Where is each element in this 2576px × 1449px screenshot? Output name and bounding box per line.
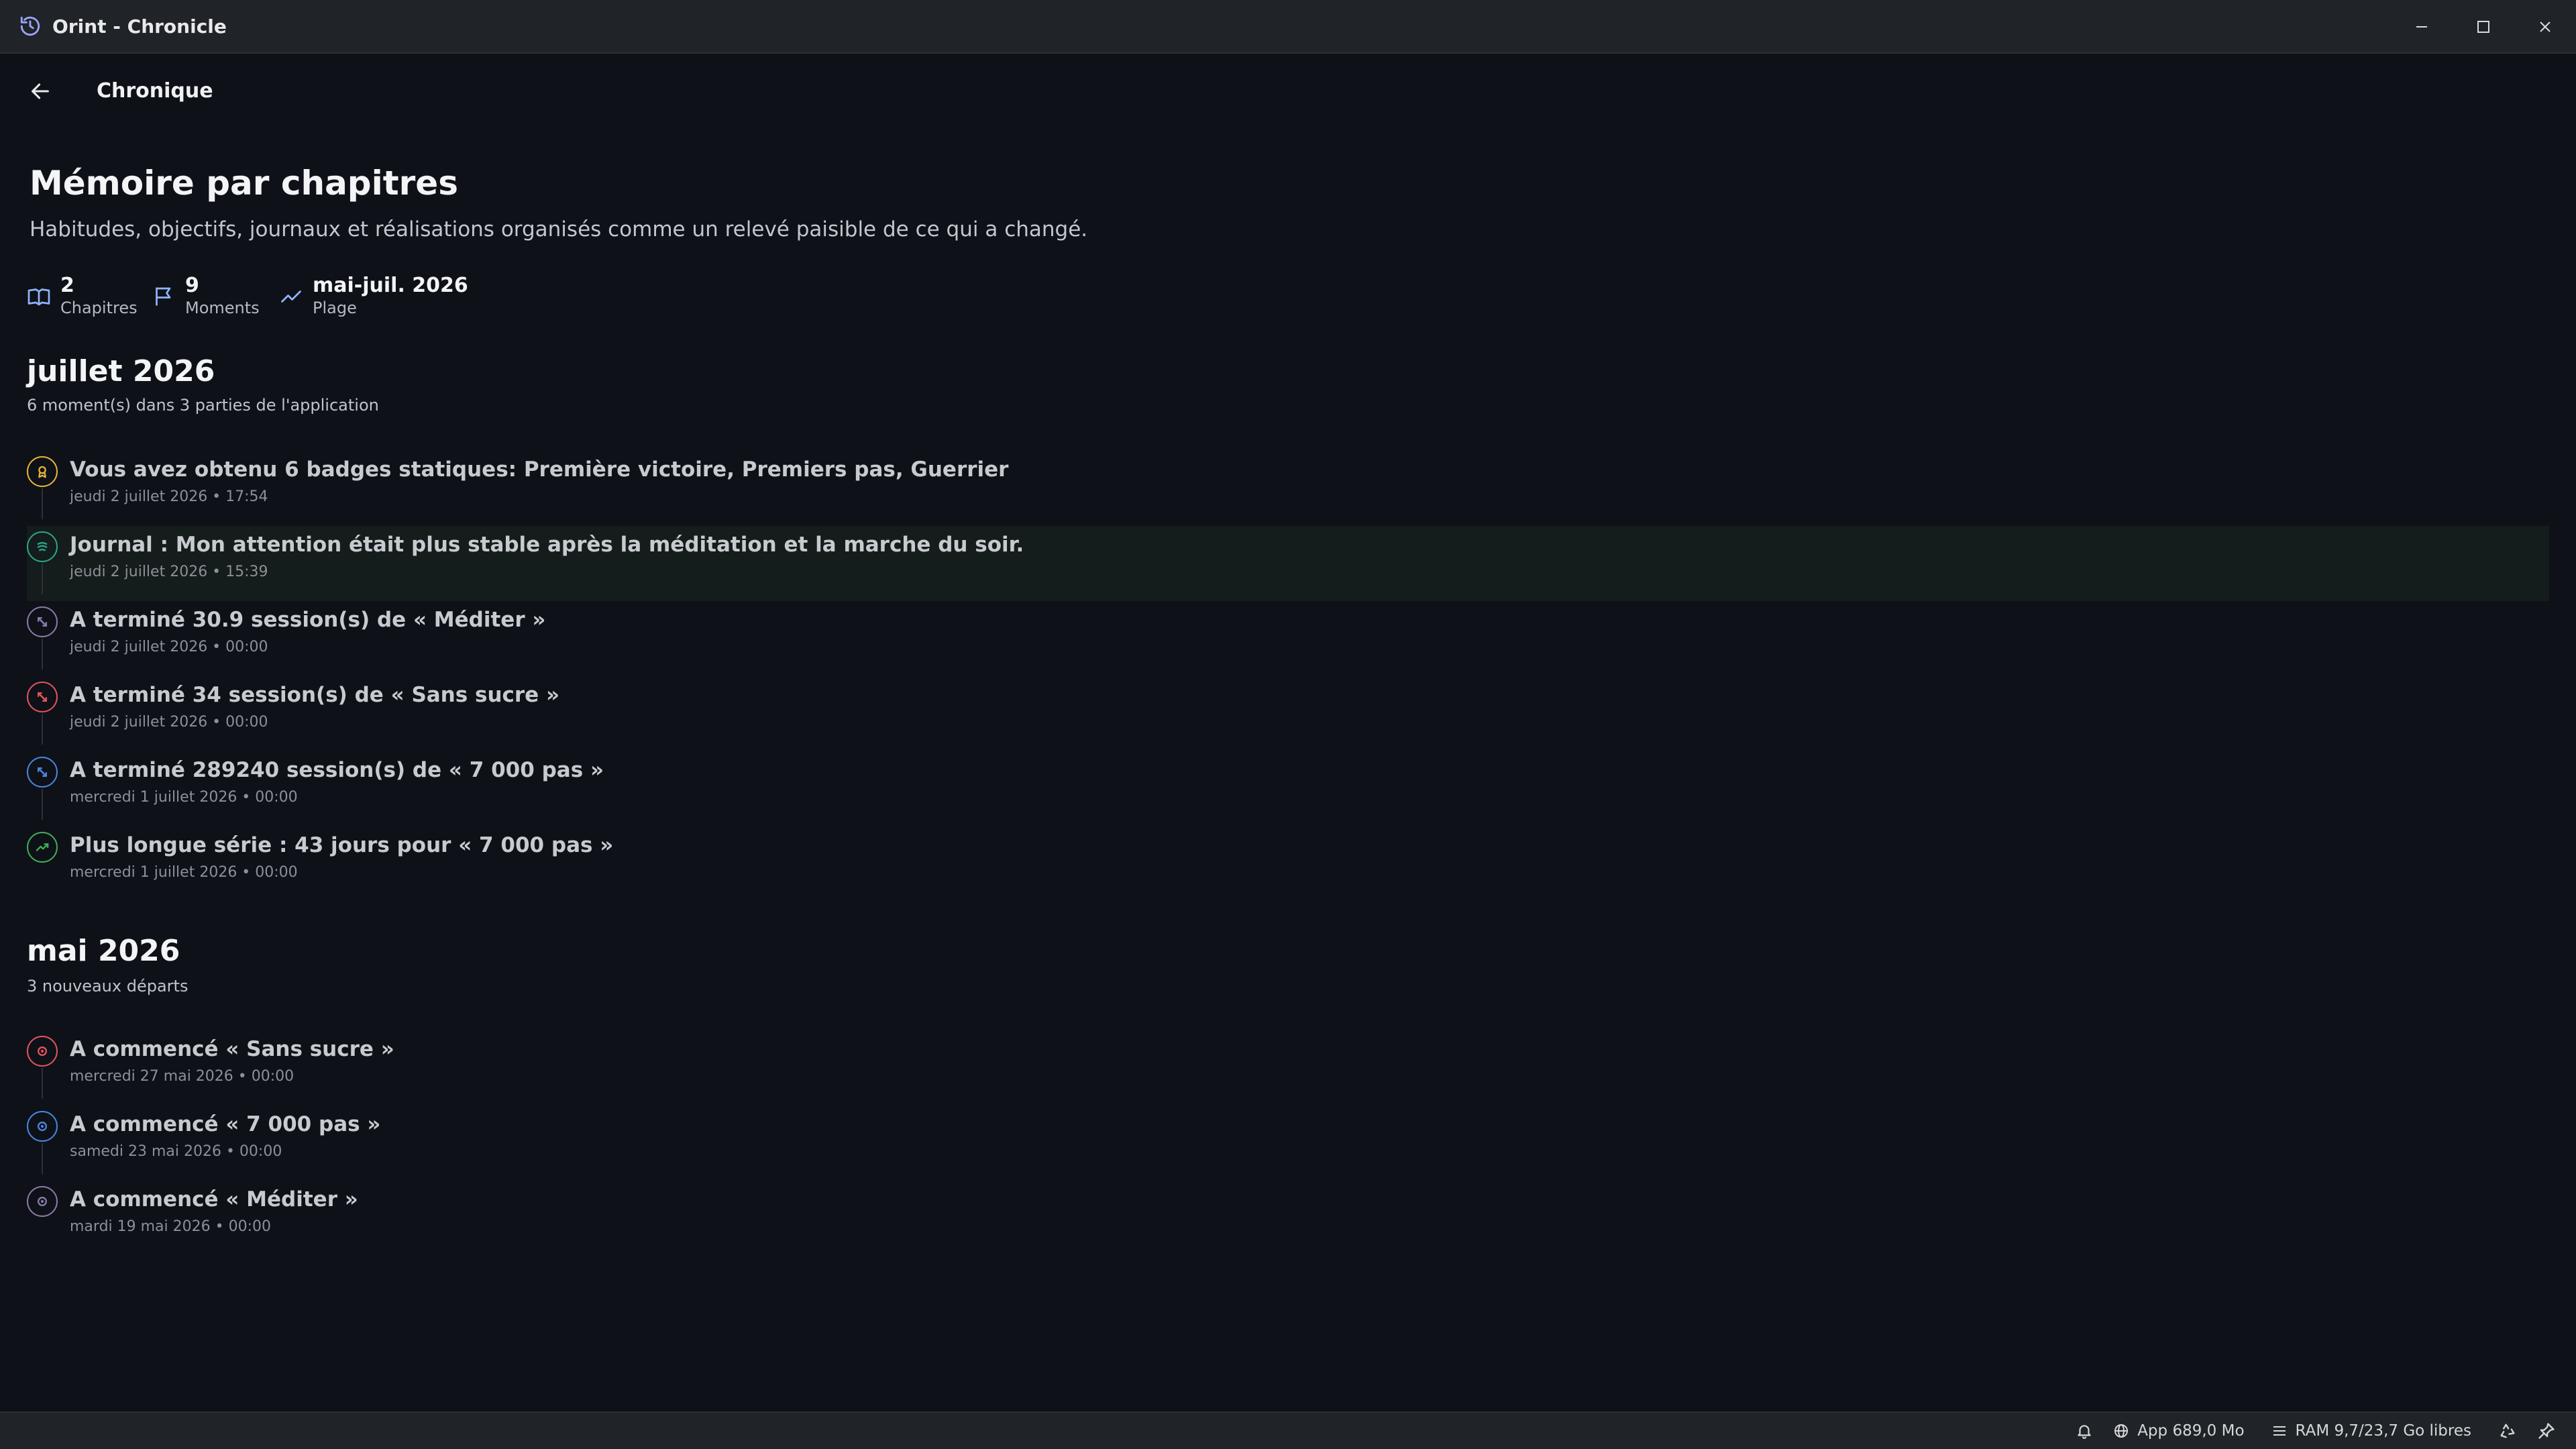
stat-chapters-value: 2	[60, 274, 74, 297]
timeline-connector	[42, 1143, 43, 1174]
window-controls	[2391, 0, 2576, 54]
timeline-may: A commencé « Sans sucre » mercredi 27 mai…	[27, 1030, 2549, 1256]
window-title: Orint - Chronicle	[52, 15, 227, 38]
event-title: Journal : Mon attention était plus stabl…	[70, 533, 1024, 557]
month-title-may: mai 2026	[27, 934, 180, 968]
close-icon	[2540, 21, 2551, 32]
book-open-icon	[27, 284, 54, 311]
start-icon	[27, 1036, 58, 1067]
globe-icon	[2114, 1424, 2129, 1438]
timeline-event[interactable]: A commencé « 7 000 pas » samedi 23 mai 20…	[27, 1106, 2549, 1181]
page-title: Mémoire par chapitres	[30, 164, 458, 203]
timeline-event[interactable]: A terminé 30.9 session(s) de « Méditer »…	[27, 601, 2549, 676]
stat-chapters: 2 Chapitres	[27, 274, 152, 318]
trend-line-icon	[279, 284, 306, 311]
timeline-connector	[42, 714, 43, 745]
timeline-event[interactable]: A commencé « Méditer » mardi 19 mai 2026 …	[27, 1181, 2549, 1256]
event-timestamp: jeudi 2 juillet 2026 • 15:39	[70, 564, 268, 580]
ram-usage: RAM 9,7/23,7 Go libres	[2271, 1422, 2471, 1440]
stat-moments-value: 9	[185, 274, 199, 297]
title-bar: Orint - Chronicle	[0, 0, 2576, 54]
timeline-connector	[42, 564, 43, 594]
arrow-left-icon	[32, 83, 49, 99]
event-timestamp: mardi 19 mai 2026 • 00:00	[70, 1218, 271, 1235]
timeline-event[interactable]: Plus longue série : 43 jours pour « 7 00…	[27, 826, 2549, 902]
stat-range-label: Plage	[313, 299, 357, 317]
stat-range: mai-juil. 2026 Plage	[279, 274, 468, 318]
stat-moments-label: Moments	[185, 299, 260, 317]
flag-icon	[152, 284, 178, 311]
timeline-event[interactable]: A terminé 289240 session(s) de « 7 000 p…	[27, 751, 2549, 826]
event-title: Vous avez obtenu 6 badges statiques: Pre…	[70, 458, 1009, 482]
event-timestamp: samedi 23 mai 2026 • 00:00	[70, 1143, 282, 1160]
timeline-event[interactable]: A terminé 34 session(s) de « Sans sucre …	[27, 676, 2549, 751]
nav-header: Chronique	[0, 54, 2576, 129]
event-title: A commencé « Sans sucre »	[70, 1037, 394, 1061]
session-icon	[27, 682, 58, 712]
stat-chapters-label: Chapitres	[60, 299, 138, 317]
status-bar: App 689,0 Mo RAM 9,7/23,7 Go libres	[0, 1411, 2576, 1449]
event-title: Plus longue série : 43 jours pour « 7 00…	[70, 833, 614, 857]
stat-moments: 9 Moments	[152, 274, 279, 318]
back-button[interactable]	[21, 72, 59, 110]
journal-icon	[27, 531, 58, 562]
month-subtitle-may: 3 nouveaux départs	[27, 977, 189, 996]
maximize-button[interactable]	[2453, 0, 2514, 54]
start-icon	[27, 1111, 58, 1142]
page-subtitle: Habitudes, objectifs, journaux et réalis…	[30, 217, 1088, 241]
app-memory-text: App 689,0 Mo	[2137, 1422, 2245, 1440]
event-timestamp: jeudi 2 juillet 2026 • 17:54	[70, 488, 268, 505]
event-timestamp: mercredi 1 juillet 2026 • 00:00	[70, 789, 298, 806]
timeline-july: Vous avez obtenu 6 badges statiques: Pre…	[27, 451, 2549, 902]
nav-title: Chronique	[97, 79, 213, 103]
maximize-icon	[2477, 21, 2489, 33]
recycle-icon[interactable]	[2498, 1421, 2517, 1440]
session-icon	[27, 757, 58, 788]
event-title: A commencé « Méditer »	[70, 1187, 358, 1212]
timeline-connector	[42, 488, 43, 519]
event-title: A terminé 34 session(s) de « Sans sucre …	[70, 683, 560, 707]
start-icon	[27, 1186, 58, 1217]
timeline-event[interactable]: Journal : Mon attention était plus stabl…	[27, 526, 2549, 601]
month-subtitle-july: 6 moment(s) dans 3 parties de l'applicat…	[27, 396, 379, 415]
event-timestamp: mercredi 27 mai 2026 • 00:00	[70, 1068, 294, 1085]
event-title: A terminé 289240 session(s) de « 7 000 p…	[70, 758, 604, 782]
minimize-icon	[2416, 26, 2427, 28]
close-button[interactable]	[2514, 0, 2576, 54]
timeline-connector	[42, 789, 43, 820]
minimize-button[interactable]	[2391, 0, 2453, 54]
stats-row: 2 Chapitres 9 Moments mai-juil. 2026 Pla…	[27, 274, 468, 318]
streak-icon	[27, 832, 58, 863]
app-memory: App 689,0 Mo	[2113, 1422, 2245, 1440]
month-title-july: juillet 2026	[27, 354, 215, 388]
event-title: A commencé « 7 000 pas »	[70, 1112, 381, 1136]
event-timestamp: jeudi 2 juillet 2026 • 00:00	[70, 714, 268, 731]
timeline-event[interactable]: Vous avez obtenu 6 badges statiques: Pre…	[27, 451, 2549, 526]
ram-usage-text: RAM 9,7/23,7 Go libres	[2295, 1422, 2471, 1440]
timeline-event[interactable]: A commencé « Sans sucre » mercredi 27 mai…	[27, 1030, 2549, 1106]
badge-icon	[27, 456, 58, 487]
stat-range-value: mai-juil. 2026	[313, 274, 468, 297]
memory-icon	[2273, 1426, 2286, 1436]
event-timestamp: jeudi 2 juillet 2026 • 00:00	[70, 639, 268, 655]
pin-icon[interactable]	[2537, 1421, 2556, 1440]
timeline-connector	[42, 1068, 43, 1099]
event-title: A terminé 30.9 session(s) de « Méditer »	[70, 608, 546, 632]
bell-icon[interactable]	[2076, 1422, 2093, 1440]
session-icon	[27, 606, 58, 637]
timeline-connector	[42, 639, 43, 669]
history-icon	[19, 15, 42, 38]
event-timestamp: mercredi 1 juillet 2026 • 00:00	[70, 864, 298, 881]
